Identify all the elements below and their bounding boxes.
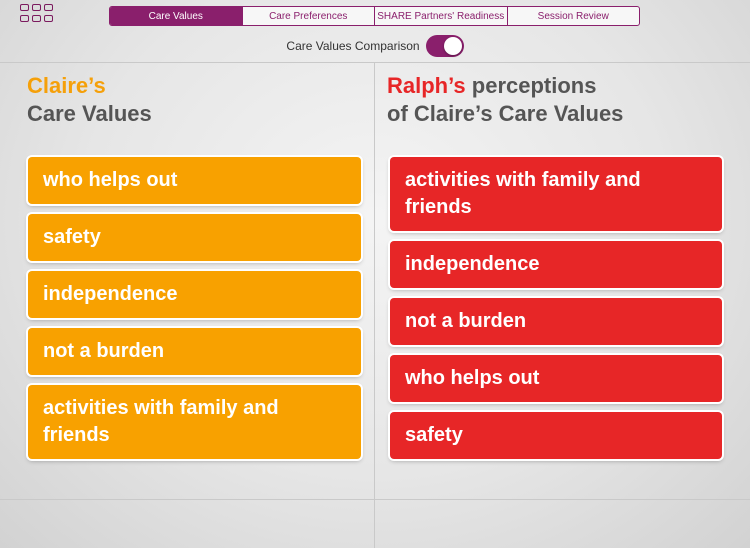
comparison-toggle-label: Care Values Comparison bbox=[286, 39, 420, 53]
footer-divider bbox=[0, 499, 750, 500]
comparison-toggle-row: Care Values Comparison bbox=[0, 34, 750, 58]
grid-menu-icon[interactable] bbox=[20, 4, 54, 24]
left-column-title: Claire’s Care Values bbox=[27, 72, 152, 128]
toggle-knob bbox=[443, 37, 462, 55]
right-card-5[interactable]: safety bbox=[390, 412, 722, 459]
tab-session-review[interactable]: Session Review bbox=[506, 7, 640, 25]
left-card-4[interactable]: not a burden bbox=[28, 328, 361, 375]
left-card-1[interactable]: who helps out bbox=[28, 157, 361, 204]
right-card-3[interactable]: not a burden bbox=[390, 298, 722, 345]
right-person-name: Ralph’s bbox=[387, 73, 466, 98]
column-divider bbox=[374, 63, 375, 548]
tab-bar: Care Values Care Preferences SHARE Partn… bbox=[109, 6, 640, 26]
left-card-3[interactable]: independence bbox=[28, 271, 361, 318]
header-divider bbox=[0, 62, 750, 63]
right-card-1[interactable]: activities with family and friends bbox=[390, 157, 722, 231]
left-title-rest: Care Values bbox=[27, 101, 152, 126]
left-person-name: Claire’s bbox=[27, 73, 106, 98]
right-title-line2: of Claire’s Care Values bbox=[387, 101, 624, 126]
right-card-2[interactable]: independence bbox=[390, 241, 722, 288]
right-title-rest: perceptions bbox=[471, 73, 597, 98]
right-card-4[interactable]: who helps out bbox=[390, 355, 722, 402]
right-column-title: Ralph’s perceptions of Claire’s Care Val… bbox=[387, 72, 623, 128]
left-card-2[interactable]: safety bbox=[28, 214, 361, 261]
tab-care-preferences[interactable]: Care Preferences bbox=[241, 7, 375, 25]
right-title-line1: Ralph’s perceptions bbox=[387, 72, 623, 100]
comparison-toggle-switch[interactable] bbox=[425, 35, 464, 57]
left-card-5[interactable]: activities with family and friends bbox=[28, 385, 361, 459]
tab-care-values[interactable]: Care Values bbox=[110, 7, 242, 25]
tab-share-partners-readiness[interactable]: SHARE Partners' Readiness bbox=[374, 7, 507, 25]
